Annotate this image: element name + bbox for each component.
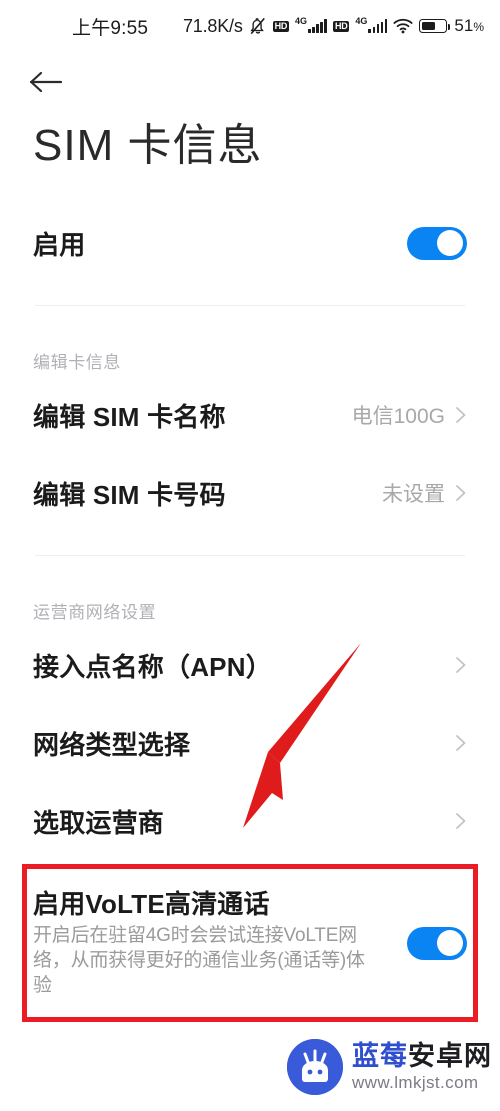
battery-icon	[419, 19, 451, 33]
row-network-type-label: 网络类型选择	[33, 729, 191, 760]
chevron-right-icon	[455, 811, 467, 831]
volte-description: 开启后在驻留4G时会尝试连接VoLTE网络，从而获得更好的通信业务(通话等)体验	[33, 925, 365, 996]
volte-title: 启用VoLTE高清通话	[33, 889, 270, 919]
battery-percent-text: 51%	[454, 16, 484, 36]
row-edit-sim-number-value: 未设置	[382, 483, 445, 506]
row-apn-right	[455, 655, 467, 675]
divider-1	[35, 305, 465, 306]
back-button[interactable]	[28, 60, 76, 104]
row-network-type[interactable]: 网络类型选择	[0, 718, 500, 768]
battery-percent-value: 51	[454, 16, 474, 35]
hd-badge-sim2: HD	[333, 20, 350, 32]
enable-row[interactable]: 启用	[0, 214, 500, 272]
row-select-carrier-label: 选取运营商	[33, 807, 165, 838]
divider-2	[35, 555, 465, 556]
chevron-right-icon	[455, 655, 467, 675]
row-volte[interactable]: 启用VoLTE高清通话 开启后在驻留4G时会尝试连接VoLTE网络，从而获得更好…	[0, 876, 500, 1010]
network-type-sim1: 4G	[295, 16, 308, 26]
row-edit-sim-number-right: 未设置	[382, 478, 467, 508]
signal-sim1: 4G	[295, 16, 328, 33]
page-title: SIM 卡信息	[33, 121, 263, 170]
signal-bars-sim2	[368, 19, 388, 33]
volte-toggle-knob	[437, 930, 463, 956]
section-header-carrier-settings: 运营商网络设置	[33, 603, 157, 622]
section-header-card-info: 编辑卡信息	[33, 353, 121, 372]
chevron-right-icon	[455, 405, 467, 425]
enable-row-right	[407, 226, 467, 260]
status-clock: 上午9:55	[72, 17, 149, 39]
wifi-icon	[393, 18, 413, 34]
watermark-url: www.lmkjst.com	[352, 1073, 479, 1092]
volte-toggle[interactable]	[407, 926, 467, 960]
row-select-carrier[interactable]: 选取运营商	[0, 796, 500, 846]
row-network-type-right	[455, 733, 467, 753]
mute-bell-icon	[249, 16, 267, 36]
enable-toggle-knob	[437, 230, 463, 256]
row-apn-label: 接入点名称（APN）	[33, 651, 272, 682]
watermark-brand-second: 安卓网	[408, 1041, 492, 1071]
watermark-brand: 蓝莓安卓网	[352, 1041, 492, 1071]
hd-badge-sim1: HD	[272, 20, 290, 32]
chevron-right-icon	[455, 483, 467, 503]
row-edit-sim-name-value: 电信100G	[351, 405, 445, 428]
row-edit-sim-name[interactable]: 编辑 SIM 卡名称 电信100G	[0, 390, 500, 440]
chevron-right-icon	[455, 733, 467, 753]
android-robot-logo	[287, 1039, 343, 1095]
back-arrow-icon	[28, 69, 68, 95]
row-apn[interactable]: 接入点名称（APN）	[0, 640, 500, 690]
network-speed-text: 71.8K/s	[182, 15, 243, 36]
phone-screen: 上午9:55 71.8K/s HD 4G HD 4G 51% SIM 卡信息 启…	[0, 0, 500, 1111]
enable-toggle[interactable]	[407, 226, 467, 260]
enable-row-label: 启用	[33, 229, 86, 260]
volte-right	[407, 926, 467, 960]
battery-percent-symbol: %	[473, 20, 484, 34]
status-icons: 71.8K/s HD 4G HD 4G 51%	[183, 16, 484, 37]
watermark-text: 蓝莓安卓网 www.lmkjst.com	[352, 1041, 492, 1092]
signal-bars-sim1	[308, 19, 328, 33]
row-edit-sim-number-label: 编辑 SIM 卡号码	[33, 479, 226, 510]
volte-text-block: 启用VoLTE高清通话 开启后在驻留4G时会尝试连接VoLTE网络，从而获得更好…	[33, 888, 371, 998]
watermark: 蓝莓安卓网 www.lmkjst.com	[287, 1039, 492, 1095]
row-edit-sim-name-label: 编辑 SIM 卡名称	[33, 401, 226, 432]
row-select-carrier-right	[455, 811, 467, 831]
network-type-sim2: 4G	[355, 16, 368, 26]
signal-sim2: 4G	[355, 16, 388, 33]
status-bar: 上午9:55 71.8K/s HD 4G HD 4G 51%	[0, 0, 500, 52]
row-edit-sim-number[interactable]: 编辑 SIM 卡号码 未设置	[0, 468, 500, 518]
watermark-brand-first: 蓝莓	[352, 1041, 408, 1071]
row-edit-sim-name-right: 电信100G	[352, 400, 467, 430]
